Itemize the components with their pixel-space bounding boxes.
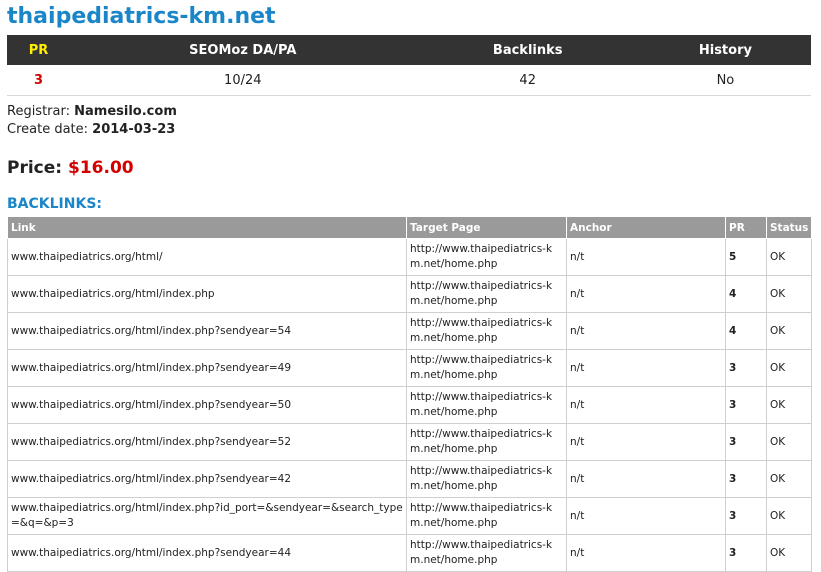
status-cell: OK: [766, 312, 812, 350]
stats-table: PR SEOMoz DA/PA Backlinks History 3 10/2…: [7, 35, 811, 96]
backlinks-value: 42: [415, 65, 640, 96]
price-line: Price: $16.00: [7, 158, 134, 178]
link-cell: www.thaipediatrics.org/html/index.php?se…: [7, 460, 407, 498]
target-cell: http://www.thaipediatrics-km.net/home.ph…: [406, 497, 567, 535]
create-date-line: Create date: 2014-03-23: [7, 121, 175, 139]
backlinks-header-row: Link Target Page Anchor PR Status: [7, 216, 812, 239]
create-date-label: Create date:: [7, 122, 89, 137]
target-cell: http://www.thaipediatrics-km.net/home.ph…: [406, 423, 567, 461]
anchor-cell: n/t: [566, 423, 726, 461]
table-row: www.thaipediatrics.org/html/index.php?se…: [7, 386, 812, 424]
stats-value-row: 3 10/24 42 No: [7, 65, 811, 96]
table-row: www.thaipediatrics.org/html/index.php?se…: [7, 349, 812, 387]
history-value: No: [639, 65, 811, 96]
table-row: www.thaipediatrics.org/html/index.php?se…: [7, 312, 812, 350]
pr-cell: 3: [725, 497, 767, 535]
column-header-pr: PR: [725, 216, 767, 239]
price-label: Price:: [7, 158, 63, 178]
link-cell: www.thaipediatrics.org/html/index.php?id…: [7, 497, 407, 535]
domain-title: thaipediatrics-km.net: [7, 4, 276, 29]
backlinks-section-title: BACKLINKS:: [7, 196, 103, 212]
registrar-label: Registrar:: [7, 104, 70, 119]
link-cell: www.thaipediatrics.org/html/index.php: [7, 275, 407, 313]
pr-cell: 3: [725, 534, 767, 572]
registrar-line: Registrar: Namesilo.com: [7, 103, 177, 121]
pr-cell: 4: [725, 275, 767, 313]
target-cell: http://www.thaipediatrics-km.net/home.ph…: [406, 534, 567, 572]
anchor-cell: n/t: [566, 534, 726, 572]
target-cell: http://www.thaipediatrics-km.net/home.ph…: [406, 238, 567, 276]
anchor-cell: n/t: [566, 275, 726, 313]
status-cell: OK: [766, 497, 812, 535]
anchor-cell: n/t: [566, 312, 726, 350]
price-value: $16.00: [68, 158, 134, 178]
column-header-target-page: Target Page: [406, 216, 567, 239]
pr-cell: 4: [725, 312, 767, 350]
target-cell: http://www.thaipediatrics-km.net/home.ph…: [406, 275, 567, 313]
table-row: www.thaipediatrics.org/html/index.php?se…: [7, 534, 812, 572]
table-row: www.thaipediatrics.org/html/index.php?id…: [7, 497, 812, 535]
pr-cell: 3: [725, 460, 767, 498]
table-row: www.thaipediatrics.org/html/index.php?se…: [7, 460, 812, 498]
column-header-anchor: Anchor: [566, 216, 726, 239]
table-row: www.thaipediatrics.org/html/ http://www.…: [7, 238, 812, 276]
backlinks-table: Link Target Page Anchor PR Status www.th…: [7, 216, 812, 572]
status-cell: OK: [766, 423, 812, 461]
column-header-link: Link: [7, 216, 407, 239]
target-cell: http://www.thaipediatrics-km.net/home.ph…: [406, 460, 567, 498]
link-cell: www.thaipediatrics.org/html/index.php?se…: [7, 534, 407, 572]
anchor-cell: n/t: [566, 497, 726, 535]
stats-header-row: PR SEOMoz DA/PA Backlinks History: [7, 35, 811, 65]
pr-header: PR: [7, 35, 70, 65]
history-header: History: [639, 35, 811, 65]
anchor-cell: n/t: [566, 238, 726, 276]
link-cell: www.thaipediatrics.org/html/index.php?se…: [7, 312, 407, 350]
pr-cell: 3: [725, 423, 767, 461]
pr-cell: 3: [725, 386, 767, 424]
target-cell: http://www.thaipediatrics-km.net/home.ph…: [406, 349, 567, 387]
status-cell: OK: [766, 238, 812, 276]
pr-cell: 5: [725, 238, 767, 276]
link-cell: www.thaipediatrics.org/html/index.php?se…: [7, 349, 407, 387]
anchor-cell: n/t: [566, 349, 726, 387]
seomoz-header: SEOMoz DA/PA: [69, 35, 416, 65]
column-header-status: Status: [766, 216, 812, 239]
status-cell: OK: [766, 386, 812, 424]
link-cell: www.thaipediatrics.org/html/index.php?se…: [7, 386, 407, 424]
backlinks-header: Backlinks: [415, 35, 640, 65]
seomoz-value: 10/24: [69, 65, 416, 96]
table-row: www.thaipediatrics.org/html/index.php ht…: [7, 275, 812, 313]
pr-cell: 3: [725, 349, 767, 387]
anchor-cell: n/t: [566, 460, 726, 498]
status-cell: OK: [766, 275, 812, 313]
anchor-cell: n/t: [566, 386, 726, 424]
create-date-value: 2014-03-23: [92, 122, 176, 137]
registrar-value: Namesilo.com: [74, 104, 177, 119]
status-cell: OK: [766, 349, 812, 387]
status-cell: OK: [766, 460, 812, 498]
link-cell: www.thaipediatrics.org/html/index.php?se…: [7, 423, 407, 461]
target-cell: http://www.thaipediatrics-km.net/home.ph…: [406, 386, 567, 424]
status-cell: OK: [766, 534, 812, 572]
table-row: www.thaipediatrics.org/html/index.php?se…: [7, 423, 812, 461]
target-cell: http://www.thaipediatrics-km.net/home.ph…: [406, 312, 567, 350]
pr-value: 3: [7, 65, 70, 96]
link-cell: www.thaipediatrics.org/html/: [7, 238, 407, 276]
